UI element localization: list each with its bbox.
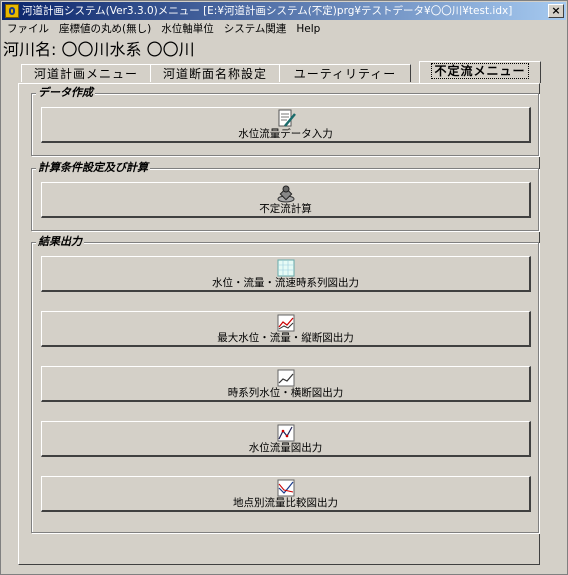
menu-water-level-unit[interactable]: 水位軸単位 [156, 21, 219, 38]
chart-icon [277, 259, 294, 277]
line-chart-icon [277, 314, 294, 332]
menu-system[interactable]: システム関連 [219, 21, 292, 38]
flow-comparison-output-button[interactable]: 地点別流量比較図出力 [41, 476, 531, 512]
app-icon [5, 4, 19, 18]
unsteady-flow-calc-button[interactable]: 不定流計算 [41, 182, 531, 218]
button-label: 水位流量図出力 [248, 442, 323, 454]
tab-unsteady-flow-menu[interactable]: 不定流メニュー [419, 61, 541, 83]
button-label: 不定流計算 [259, 203, 312, 215]
group-title: 結果出力 [36, 235, 84, 248]
tab-section-name-settings[interactable]: 河道断面名称設定 [150, 64, 280, 82]
time-series-output-button[interactable]: 水位・流量・流速時系列図出力 [41, 256, 531, 292]
tab-strip: 河道計画メニュー 河道断面名称設定 ユーティリティー 不定流メニュー [21, 61, 541, 83]
river-name-label: 河川名: 〇〇川水系 〇〇川 [3, 40, 195, 59]
tab-river-plan-menu[interactable]: 河道計画メニュー [21, 64, 151, 82]
water-level-flow-chart-button[interactable]: 水位流量図出力 [41, 421, 531, 457]
main-window: 河道計画システム(Ver3.3.0)メニュー [E:¥河道計画システム(不定)p… [0, 0, 568, 575]
line-chart-icon [277, 369, 294, 387]
stamp-icon [277, 185, 294, 203]
tab-utility[interactable]: ユーティリティー [279, 64, 411, 82]
max-water-level-profile-button[interactable]: 最大水位・流量・縦断図出力 [41, 311, 531, 347]
menu-bar: ファイル 座標値の丸め(無し) 水位軸単位 システム関連 Help [2, 21, 566, 38]
water-level-flow-input-button[interactable]: 水位流量データ入力 [41, 107, 531, 143]
scatter-chart-icon [277, 424, 294, 442]
group-title: データ作成 [36, 86, 95, 99]
close-button[interactable]: × [548, 4, 564, 18]
title-bar[interactable]: 河道計画システム(Ver3.3.0)メニュー [E:¥河道計画システム(不定)p… [2, 2, 566, 20]
button-label: 水位流量データ入力 [238, 128, 333, 140]
button-label: 最大水位・流量・縦断図出力 [217, 332, 354, 344]
group-title: 計算条件設定及び計算 [36, 161, 150, 174]
tab-unsteady-flow-label: 不定流メニュー [431, 63, 529, 79]
menu-rounding[interactable]: 座標値の丸め(無し) [54, 21, 156, 38]
button-label: 地点別流量比較図出力 [233, 497, 338, 509]
window-title: 河道計画システム(Ver3.3.0)メニュー [E:¥河道計画システム(不定)p… [22, 5, 513, 17]
time-series-cross-section-button[interactable]: 時系列水位・横断図出力 [41, 366, 531, 402]
menu-file[interactable]: ファイル [2, 21, 54, 38]
button-label: 時系列水位・横断図出力 [227, 387, 344, 399]
line-chart-icon [277, 479, 294, 497]
group-calc-conditions: 計算条件設定及び計算 不定流計算 [31, 162, 539, 231]
menu-help[interactable]: Help [291, 21, 325, 38]
button-label: 水位・流量・流速時系列図出力 [212, 277, 359, 289]
group-data-creation: データ作成 水位流量データ入力 [31, 87, 539, 156]
group-result-output: 結果出力 水位・流量・流速時系列図出力 最大水位・流量・縦断図出力 時系列水位・… [31, 236, 539, 533]
document-pen-icon [278, 109, 296, 127]
